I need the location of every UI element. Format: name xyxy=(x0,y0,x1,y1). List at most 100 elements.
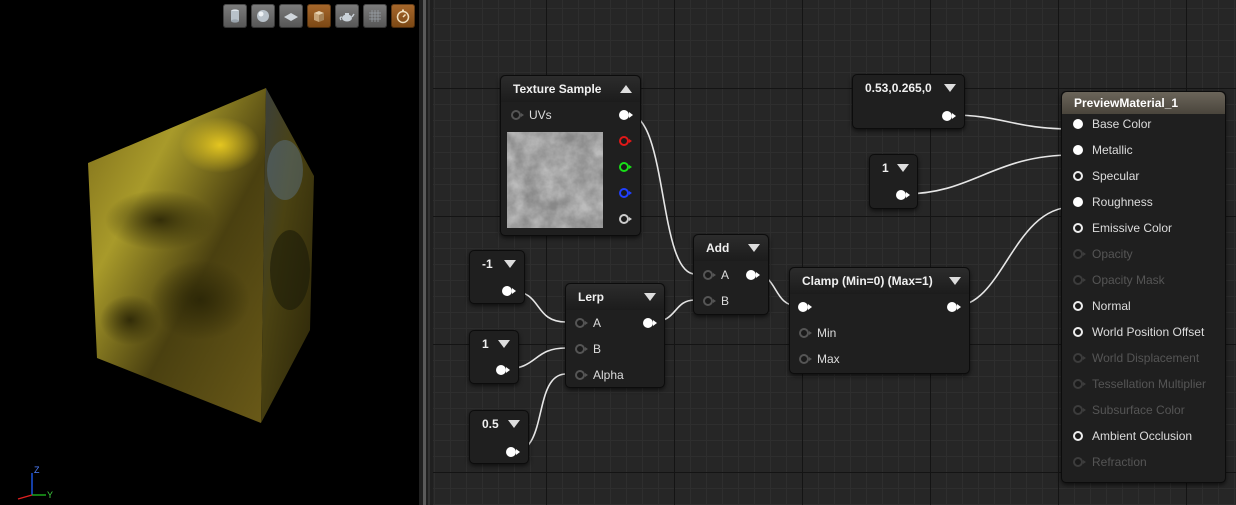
constant-color-header[interactable]: 0.53,0.265,0 xyxy=(853,75,964,101)
texture-sample-node[interactable]: Texture Sample UVs xyxy=(500,75,641,236)
red-output-pin[interactable] xyxy=(619,136,632,146)
collapse-arrow-icon[interactable] xyxy=(944,84,956,92)
lerp-header[interactable]: Lerp xyxy=(566,284,664,310)
material-editor: Z Y Texture Sample UVs -1 1 0.5 Lerp A B… xyxy=(0,0,1236,505)
ambient-occlusion-input-pin[interactable] xyxy=(1073,431,1083,441)
alpha-output-pin[interactable] xyxy=(619,214,632,224)
realtime-icon xyxy=(396,9,410,24)
roughness-input-pin[interactable] xyxy=(1073,197,1083,207)
sphere-preview-button[interactable] xyxy=(251,4,275,28)
constant-05-node[interactable]: 0.5 xyxy=(469,410,529,464)
emissive-color-input-pin[interactable] xyxy=(1073,223,1083,233)
constant-metallic-output-pin[interactable] xyxy=(896,190,910,200)
roughness-label: Roughness xyxy=(1092,195,1153,209)
collapse-arrow-icon[interactable] xyxy=(748,244,760,252)
metallic-input-pin[interactable] xyxy=(1073,145,1083,155)
lerp-alpha-label: Alpha xyxy=(593,368,624,382)
constant-neg1-header[interactable]: -1 xyxy=(470,251,524,277)
clamp-output-pin[interactable] xyxy=(947,302,961,312)
constant-05-header[interactable]: 0.5 xyxy=(470,411,528,437)
normal-input-pin[interactable] xyxy=(1073,301,1083,311)
add-header[interactable]: Add xyxy=(694,235,768,261)
preview-material-title: PreviewMaterial_1 xyxy=(1074,96,1179,110)
cylinder-preview-button[interactable] xyxy=(223,4,247,28)
clamp-min-input-pin[interactable] xyxy=(799,328,812,338)
preview-material-node[interactable]: PreviewMaterial_1 Base Color Metallic Spec… xyxy=(1061,91,1226,483)
world-position-offset-input-pin[interactable] xyxy=(1073,327,1083,337)
preview-cube xyxy=(88,88,314,423)
blue-output-pin[interactable] xyxy=(619,188,632,198)
collapse-arrow-icon[interactable] xyxy=(508,420,520,428)
lerp-a-label: A xyxy=(593,316,602,330)
constant-metallic-header[interactable]: 1 xyxy=(870,155,917,181)
clamp-header[interactable]: Clamp (Min=0) (Max=1) xyxy=(790,268,969,294)
add-b-input-pin[interactable] xyxy=(703,296,716,306)
base-color-label: Base Color xyxy=(1092,117,1152,131)
uvs-input-pin[interactable] xyxy=(511,110,524,120)
lerp-alpha-input-pin[interactable] xyxy=(575,370,588,380)
uvs-label: UVs xyxy=(529,108,552,122)
texture-sample-header[interactable]: Texture Sample xyxy=(501,76,640,102)
subsurface-color-label: Subsurface Color xyxy=(1092,403,1185,417)
sphere-icon xyxy=(257,10,269,22)
lerp-output-pin[interactable] xyxy=(643,318,657,328)
constant-1-header[interactable]: 1 xyxy=(470,331,518,357)
constant-05-output-pin[interactable] xyxy=(506,447,520,457)
material-graph[interactable]: Texture Sample UVs -1 1 0.5 Lerp A B Alp… xyxy=(433,0,1236,505)
constant-color-output-pin[interactable] xyxy=(942,111,956,121)
axis-indicator: Z Y xyxy=(17,465,53,500)
panel-splitter[interactable] xyxy=(419,0,433,505)
collapse-arrow-icon[interactable] xyxy=(949,277,961,285)
collapse-arrow-icon[interactable] xyxy=(897,164,909,172)
realtime-toggle-button[interactable] xyxy=(391,4,415,28)
clamp-input-pin[interactable] xyxy=(798,302,812,312)
clamp-max-input-pin[interactable] xyxy=(799,354,812,364)
grid-toggle-button[interactable] xyxy=(363,4,387,28)
tessellation-multiplier-label: Tessellation Multiplier xyxy=(1092,377,1207,391)
clamp-title: Clamp (Min=0) (Max=1) xyxy=(802,274,933,288)
collapse-arrow-icon[interactable] xyxy=(620,85,632,93)
specular-input-pin[interactable] xyxy=(1073,171,1083,181)
constant-metallic-node[interactable]: 1 xyxy=(869,154,918,209)
wire-clamp-to-roughness xyxy=(954,206,1074,307)
collapse-arrow-icon[interactable] xyxy=(498,340,510,348)
constant-neg1-output-pin[interactable] xyxy=(502,286,516,296)
constant-color-value: 0.53,0.265,0 xyxy=(865,81,932,95)
constant-1-output-pin[interactable] xyxy=(496,365,510,375)
base-color-input-pin[interactable] xyxy=(1073,119,1083,129)
clamp-node[interactable]: Clamp (Min=0) (Max=1) Min Max xyxy=(789,267,970,374)
metallic-label: Metallic xyxy=(1092,143,1133,157)
lerp-b-input-pin[interactable] xyxy=(575,344,588,354)
clamp-min-label: Min xyxy=(817,326,837,340)
grid-icon xyxy=(369,10,381,22)
constant-color-node[interactable]: 0.53,0.265,0 xyxy=(852,74,965,129)
preview-viewport[interactable]: Z Y xyxy=(0,0,419,505)
opacity-label: Opacity xyxy=(1092,247,1133,261)
wire-1-to-metallic xyxy=(903,154,1074,195)
constant-neg1-value: -1 xyxy=(482,257,493,271)
add-node[interactable]: Add A B xyxy=(693,234,769,315)
opacity-mask-input-pin xyxy=(1073,275,1086,285)
collapse-arrow-icon[interactable] xyxy=(504,260,516,268)
opacity-input-pin xyxy=(1073,249,1086,259)
lerp-node[interactable]: Lerp A B Alpha xyxy=(565,283,665,388)
constant-1-node[interactable]: 1 xyxy=(469,330,519,384)
lerp-title: Lerp xyxy=(578,290,605,304)
add-b-label: B xyxy=(721,294,730,308)
lerp-a-input-pin[interactable] xyxy=(575,318,588,328)
plane-preview-button[interactable] xyxy=(279,4,303,28)
constant-05-value: 0.5 xyxy=(482,417,499,431)
add-output-pin[interactable] xyxy=(746,270,760,280)
cube-preview-button[interactable] xyxy=(307,4,331,28)
subsurface-color-input-pin xyxy=(1073,405,1086,415)
preview-material-header[interactable]: PreviewMaterial_1 xyxy=(1062,92,1225,114)
rgb-output-pin[interactable] xyxy=(619,110,633,120)
constant-neg1-node[interactable]: -1 xyxy=(469,250,525,304)
collapse-arrow-icon[interactable] xyxy=(644,293,656,301)
green-output-pin[interactable] xyxy=(619,162,632,172)
teapot-preview-button[interactable] xyxy=(335,4,359,28)
add-a-input-pin[interactable] xyxy=(703,270,716,280)
opacity-mask-label: Opacity Mask xyxy=(1092,273,1165,287)
teapot-icon xyxy=(339,13,355,22)
preview-toolbar xyxy=(223,4,415,28)
